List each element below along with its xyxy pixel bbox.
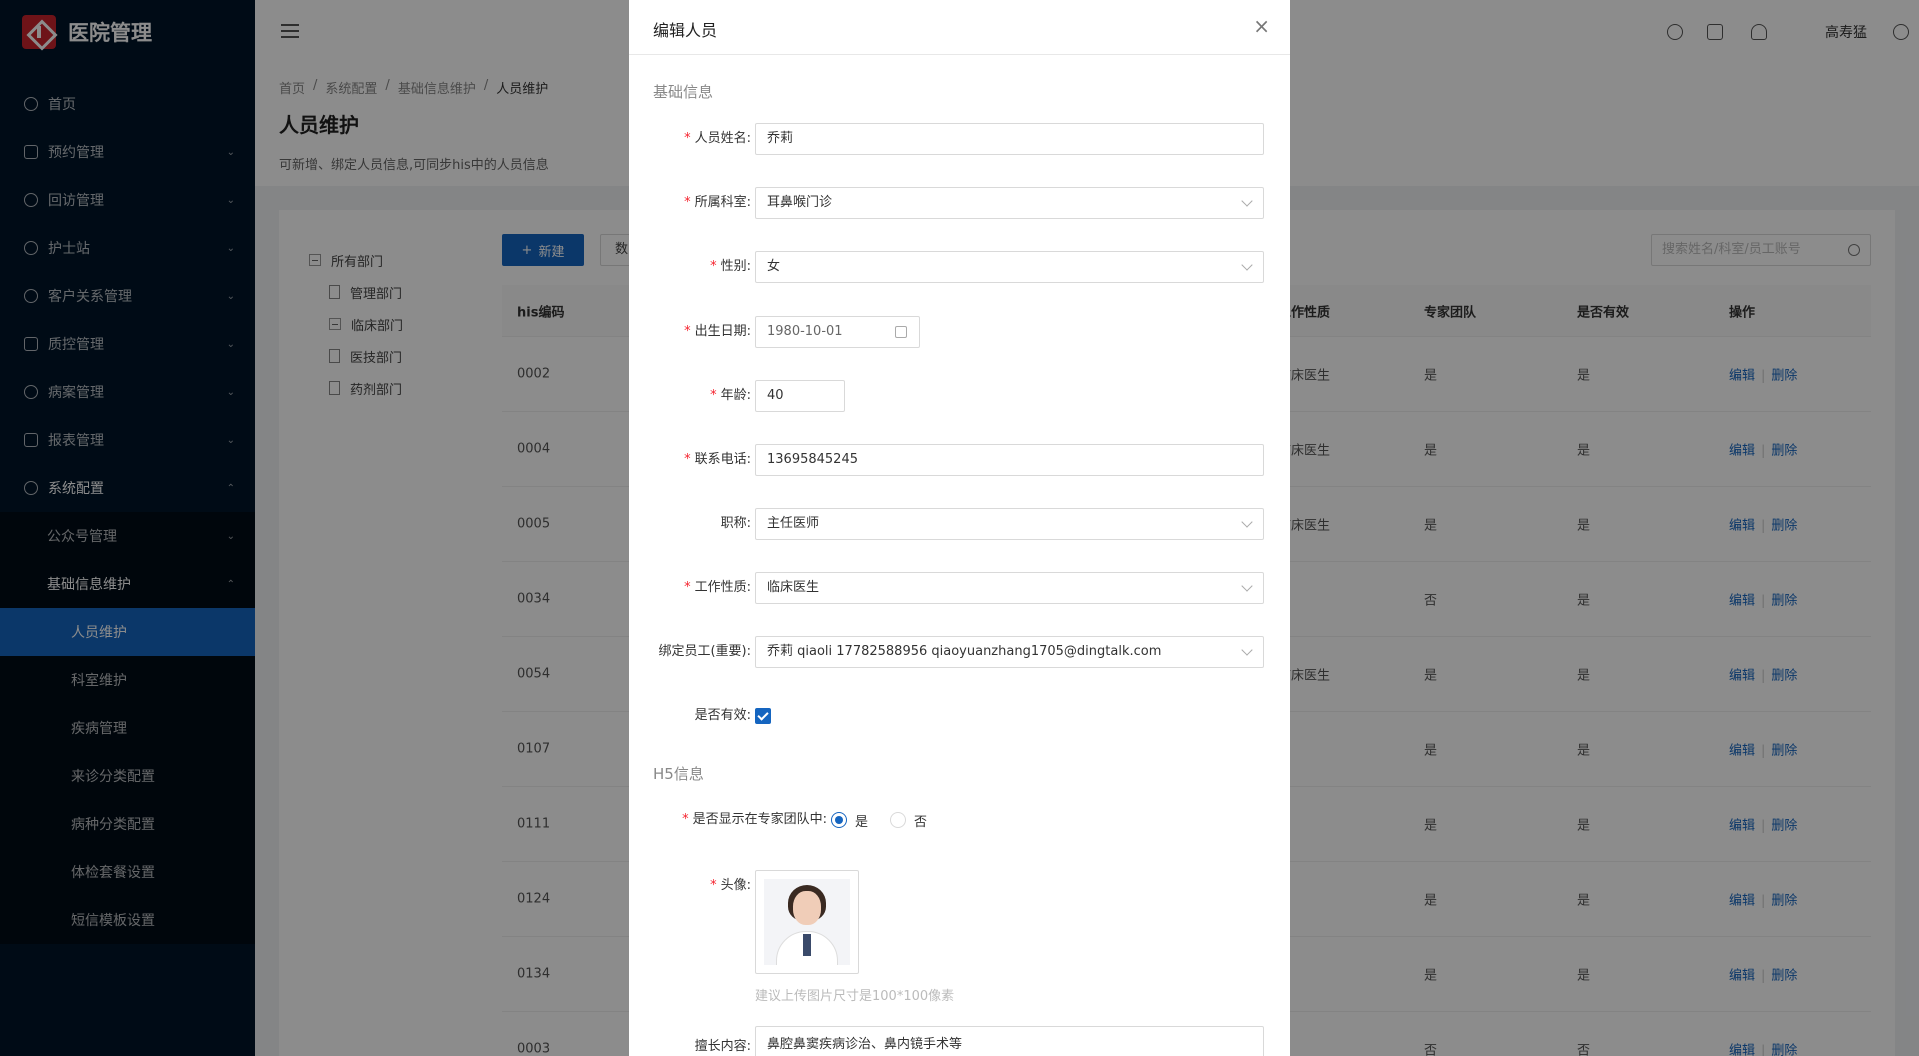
phone-input[interactable]: 13695845245 bbox=[755, 444, 1264, 476]
show-team-radio-group: 是 否 bbox=[831, 804, 949, 836]
field-birth: * 出生日期: 1980-10-01 bbox=[629, 316, 1290, 348]
avatar-upload[interactable] bbox=[755, 870, 859, 974]
age-input[interactable]: 40 bbox=[755, 380, 845, 412]
birth-date-picker[interactable]: 1980-10-01 bbox=[755, 316, 920, 348]
calendar-icon bbox=[895, 326, 907, 338]
section-basic: 基础信息 bbox=[653, 83, 714, 101]
field-valid: 是否有效: bbox=[629, 700, 1290, 732]
close-icon[interactable]: × bbox=[1253, 16, 1270, 36]
field-name: * 人员姓名: 乔莉 bbox=[629, 123, 1290, 155]
field-bind: 绑定员工(重要): 乔莉 qiaoli 17782588956 qiaoyuan… bbox=[629, 636, 1290, 668]
field-phone: * 联系电话: 13695845245 bbox=[629, 444, 1290, 476]
radio-yes[interactable] bbox=[831, 812, 847, 828]
radio-no[interactable] bbox=[890, 812, 907, 828]
field-age: * 年龄: 40 bbox=[629, 380, 1290, 412]
bind-employee-select[interactable]: 乔莉 qiaoli 17782588956 qiaoyuanzhang1705@… bbox=[755, 636, 1264, 668]
field-specialty: 擅长内容: 鼻腔鼻窦疾病诊治、鼻内镜手术等 bbox=[629, 1026, 1290, 1056]
chevron-down-icon bbox=[1241, 259, 1253, 271]
title-select[interactable]: 主任医师 bbox=[755, 508, 1264, 540]
chevron-down-icon bbox=[1241, 580, 1253, 592]
modal-title: 编辑人员 bbox=[653, 21, 718, 40]
chevron-down-icon bbox=[1241, 516, 1253, 528]
chevron-down-icon bbox=[1241, 195, 1253, 207]
dept-select[interactable]: 耳鼻喉门诊 bbox=[755, 187, 1264, 219]
field-avatar: * 头像: 建议上传图片尺寸是100*100像素 bbox=[629, 870, 1290, 1004]
field-work: * 工作性质: 临床医生 bbox=[629, 572, 1290, 604]
field-gender: * 性别: 女 bbox=[629, 251, 1290, 283]
section-h5: H5信息 bbox=[653, 765, 704, 783]
upload-tip: 建议上传图片尺寸是100*100像素 bbox=[755, 989, 955, 1004]
edit-staff-modal: 编辑人员 × 基础信息 * 人员姓名: 乔莉 * 所属科室: 耳鼻喉门诊 * 性别: … bbox=[629, 0, 1290, 1056]
field-show-team: * 是否显示在专家团队中: 是 否 bbox=[629, 804, 1290, 836]
modal-header: 编辑人员 × bbox=[629, 0, 1290, 55]
specialty-textarea[interactable]: 鼻腔鼻窦疾病诊治、鼻内镜手术等 bbox=[755, 1026, 1264, 1056]
name-input[interactable]: 乔莉 bbox=[755, 123, 1264, 155]
work-type-select[interactable]: 临床医生 bbox=[755, 572, 1264, 604]
field-dept: * 所属科室: 耳鼻喉门诊 bbox=[629, 187, 1290, 219]
field-title: 职称: 主任医师 bbox=[629, 508, 1290, 540]
avatar bbox=[764, 879, 850, 965]
chevron-down-icon bbox=[1241, 644, 1253, 656]
valid-checkbox[interactable] bbox=[755, 708, 771, 724]
gender-select[interactable]: 女 bbox=[755, 251, 1264, 283]
